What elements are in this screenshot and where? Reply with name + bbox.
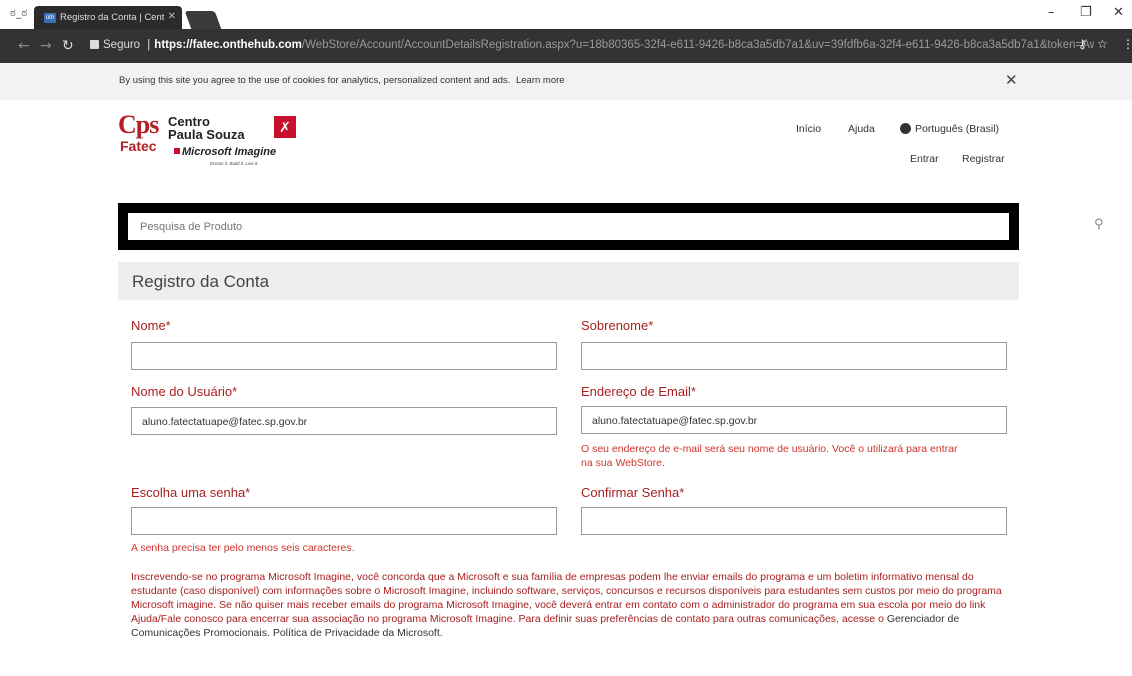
usuario-label: Nome do Usuário* [131, 384, 238, 399]
logo-cps: Cps [118, 110, 159, 139]
terms-text: Inscrevendo-se no programa Microsoft Ima… [131, 571, 1002, 639]
cookie-close-icon[interactable]: ✕ [1005, 71, 1018, 89]
email-label: Endereço de Email* [581, 384, 696, 399]
close-window-icon[interactable]: ✕ [1113, 5, 1124, 20]
address-bar[interactable]: Seguro | https://fatec.onthehub.com/WebSt… [84, 34, 1094, 58]
url-host: https://fatec.onthehub.com [154, 39, 302, 51]
back-icon[interactable]: ← [18, 38, 30, 54]
privacidade-link[interactable]: Política de Privacidade da Microsoft. [273, 627, 443, 639]
secure-label: Seguro [103, 39, 141, 51]
search-input[interactable] [128, 213, 1009, 240]
lock-icon [90, 40, 99, 49]
logo-fatec: Fatec [120, 138, 157, 154]
logo-mark-icon: ✗ [274, 116, 296, 138]
email-hint-1: O seu endereço de e-mail será seu nome d… [581, 443, 958, 455]
search-bar: ⚲ [118, 203, 1104, 250]
registrar-link[interactable]: Registrar [962, 153, 1005, 165]
search-icon[interactable]: ⚲ [1094, 217, 1108, 232]
url-path: /WebStore/Account/AccountDetailsRegistra… [301, 39, 1094, 51]
email-hint-2: na sua WebStore. [581, 457, 665, 469]
star-icon[interactable]: ☆ [1097, 37, 1108, 51]
logo[interactable]: Cps Centro Paula Souza Fatec ✗ Microsoft … [118, 110, 318, 178]
incognito-icon: ಠ_ಠ [10, 6, 28, 19]
tab-title: Registro da Conta | Cent [60, 12, 165, 23]
confirmar-input[interactable] [581, 507, 1007, 535]
email-input[interactable]: aluno.fatectatuape@fatec.sp.gov.br [581, 406, 1007, 434]
tab-close-icon[interactable]: ✕ [168, 11, 176, 22]
favicon-icon: oth [44, 13, 56, 23]
senha-label: Escolha uma senha* [131, 485, 251, 500]
browser-tab[interactable]: oth Registro da Conta | Cent ✕ [34, 6, 182, 29]
sobrenome-label: Sobrenome* [581, 318, 654, 333]
forward-icon[interactable]: → [40, 38, 52, 54]
cookie-text: By using this site you agree to the use … [119, 75, 511, 86]
entrar-link[interactable]: Entrar [910, 153, 939, 165]
logo-tagline: Dream it. Build it. Live it. [210, 161, 259, 166]
nav-ajuda-link[interactable]: Ajuda [848, 123, 875, 135]
sobrenome-input[interactable] [581, 342, 1007, 370]
nome-label: Nome* [131, 318, 171, 333]
new-tab-button[interactable] [184, 11, 222, 29]
cookie-banner: By using this site you agree to the use … [0, 63, 1132, 100]
confirmar-label: Confirmar Senha* [581, 485, 685, 500]
reload-icon[interactable]: ↻ [62, 38, 74, 54]
learn-more-link[interactable]: Learn more [516, 75, 565, 86]
minimize-icon[interactable]: – [1048, 5, 1055, 20]
logo-microsoft-imagine: Microsoft Imagine [174, 146, 276, 158]
language-selector[interactable]: Português (Brasil) [900, 123, 999, 135]
nav-inicio-link[interactable]: Início [796, 123, 821, 135]
senha-input[interactable] [131, 507, 557, 535]
page-title: Registro da Conta [118, 262, 1019, 300]
browser-toolbar: ← → ↻ Seguro | https://fatec.onthehub.com… [0, 29, 1132, 63]
senha-hint: A senha precisa ter pelo menos seis cara… [131, 542, 355, 554]
nome-input[interactable] [131, 342, 557, 370]
globe-icon [900, 123, 911, 134]
menu-icon[interactable]: ⋮ [1122, 37, 1132, 51]
browser-tabstrip: ಠ_ಠ oth Registro da Conta | Cent ✕ – ❐ ✕ [0, 0, 1132, 29]
usuario-input[interactable]: aluno.fatectatuape@fatec.sp.gov.br [131, 407, 557, 435]
key-icon[interactable]: ⚷ [1078, 37, 1087, 51]
logo-centro: Centro Paula Souza [168, 114, 245, 142]
page: By using this site you agree to the use … [0, 63, 1132, 676]
restore-icon[interactable]: ❐ [1080, 5, 1092, 20]
